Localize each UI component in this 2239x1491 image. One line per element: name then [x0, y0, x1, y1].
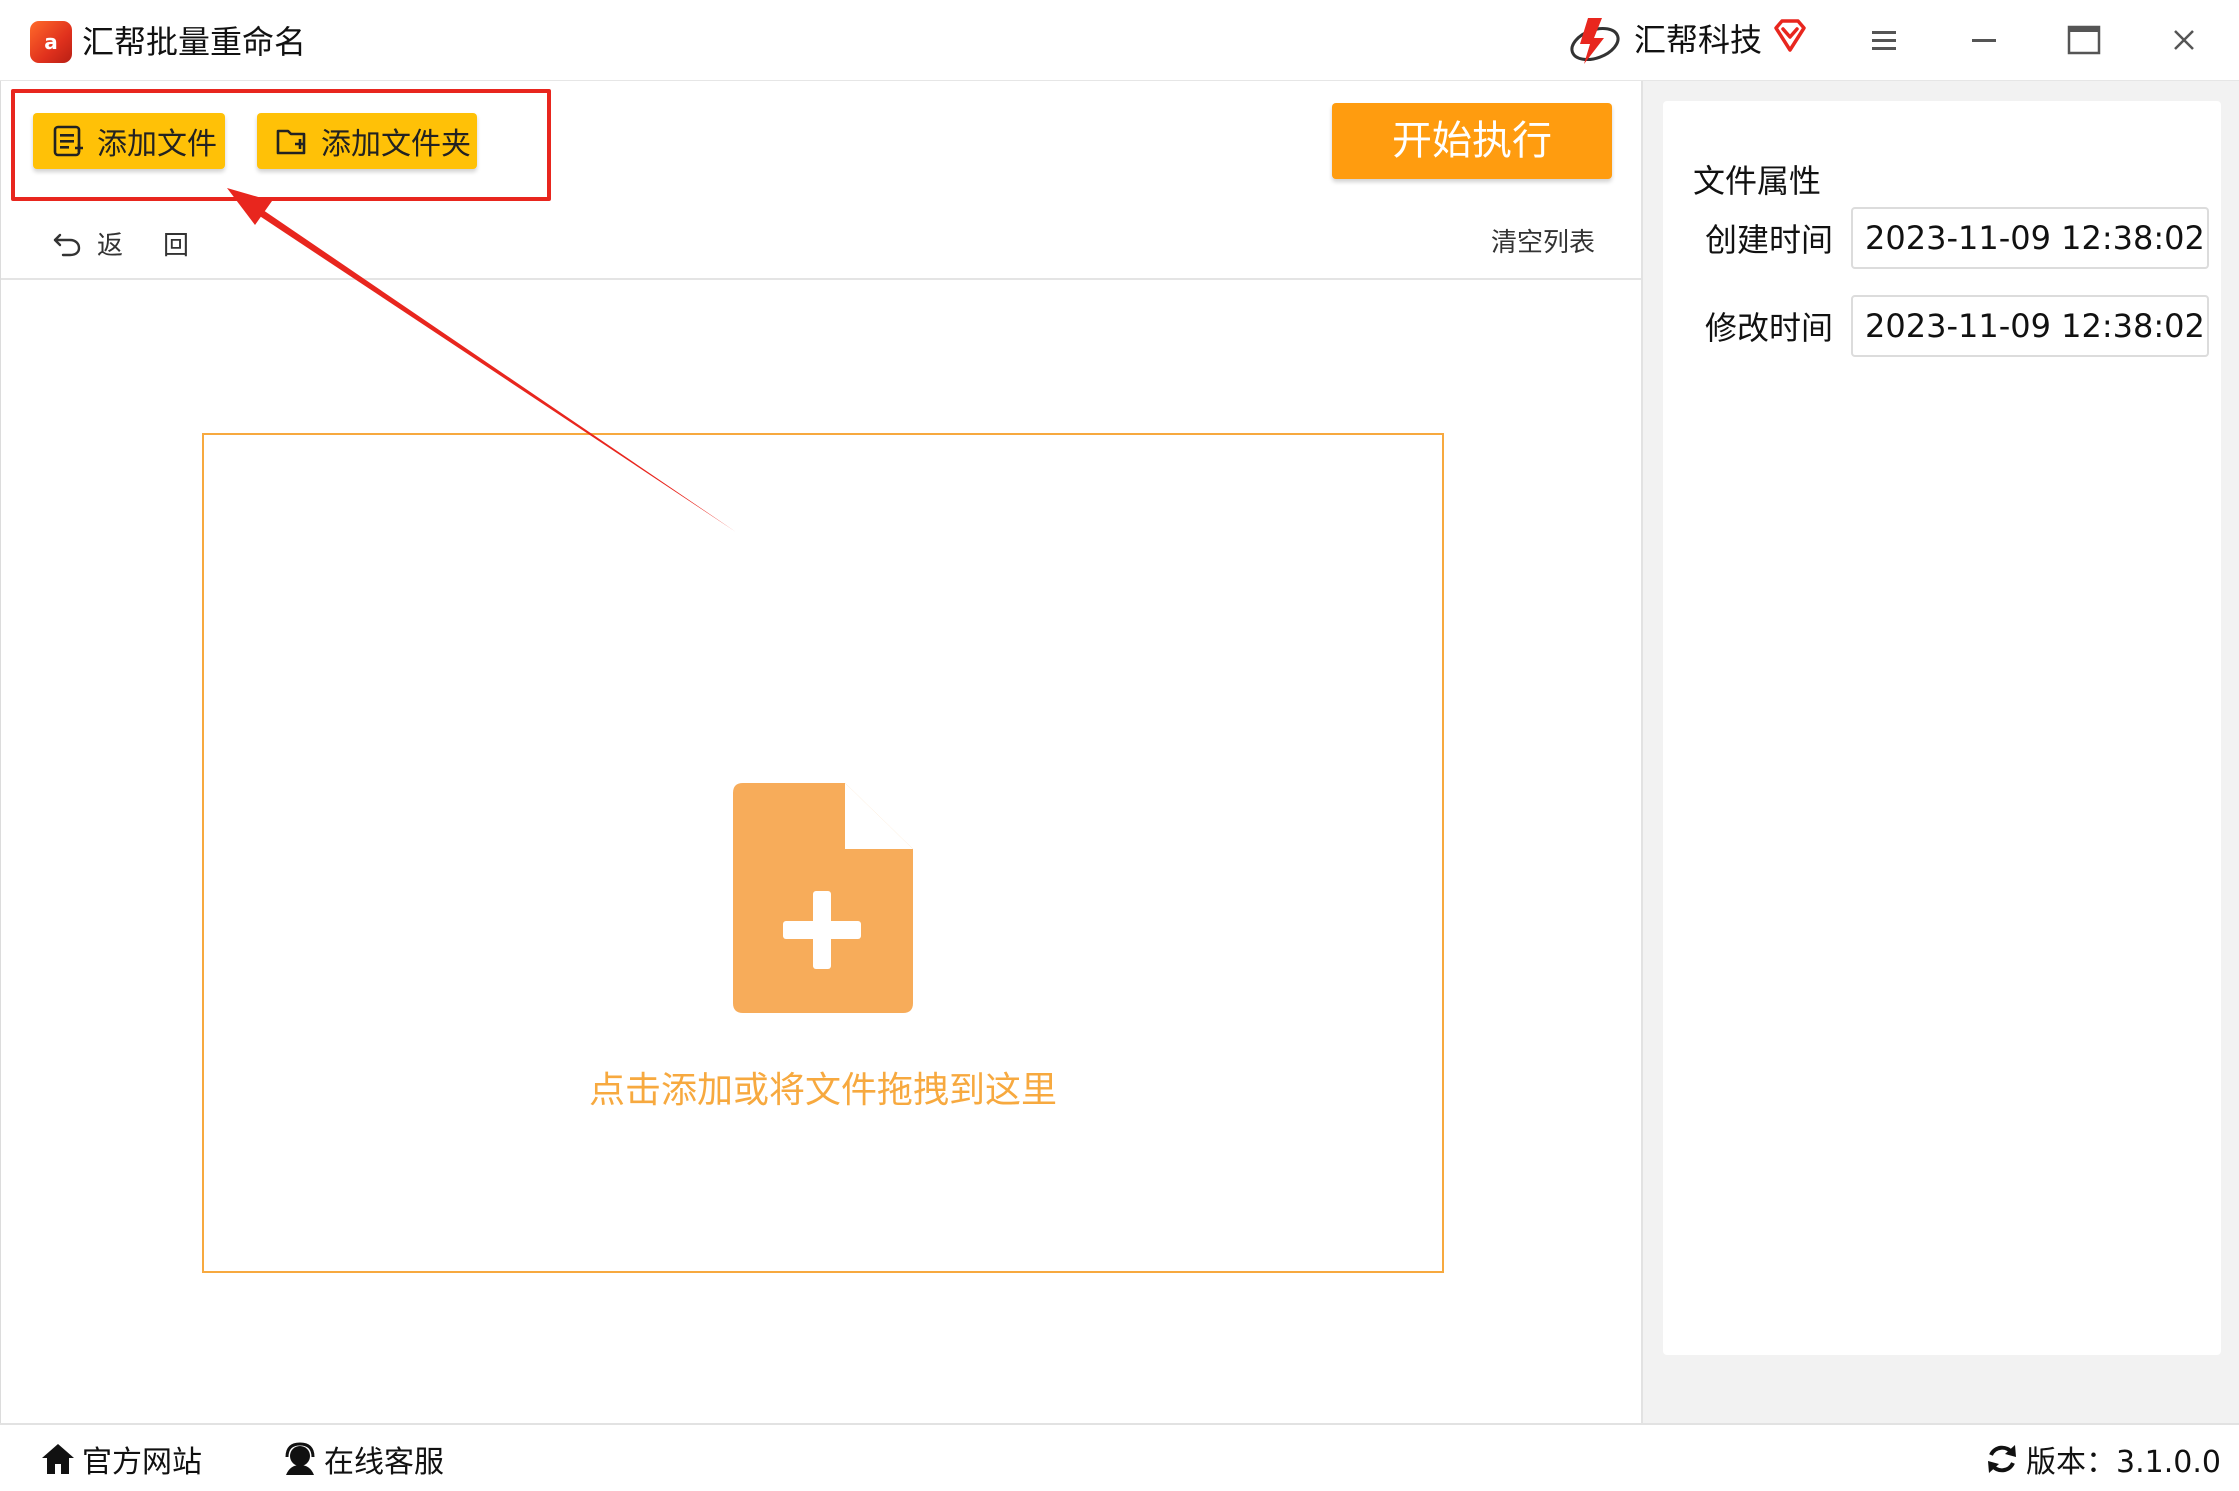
- start-execute-button[interactable]: 开始执行: [1332, 103, 1612, 179]
- undo-arrow-icon: [53, 233, 81, 257]
- created-time-field[interactable]: 2023-11-09 12:38:02: [1851, 207, 2209, 269]
- file-drop-zone[interactable]: 点击添加或将文件拖拽到这里: [202, 433, 1444, 1273]
- drop-hint-text: 点击添加或将文件拖拽到这里: [588, 1070, 1057, 1111]
- close-icon[interactable]: [2162, 18, 2206, 62]
- add-folder-button[interactable]: 添加文件夹: [257, 113, 477, 169]
- add-file-label: 添加文件: [97, 127, 217, 162]
- refresh-icon: [1988, 1445, 2016, 1473]
- back-button[interactable]: 返回: [51, 221, 229, 265]
- online-service-link[interactable]: 在线客服: [282, 1437, 444, 1481]
- modified-time-label: 修改时间: [1705, 309, 1834, 347]
- add-folder-icon: [276, 129, 306, 155]
- app-title: 汇帮批量重命名: [82, 23, 307, 61]
- maximize-icon[interactable]: [2062, 18, 2106, 62]
- brand-name: 汇帮科技: [1634, 21, 1763, 59]
- minimize-icon[interactable]: [1962, 18, 2006, 62]
- vip-diamond-icon[interactable]: [1770, 16, 1810, 56]
- title-bar: a 汇帮批量重命名 汇帮科技: [0, 0, 2239, 81]
- app-logo-icon: a: [30, 21, 72, 63]
- brand-logo-icon: [1570, 18, 1620, 64]
- back-label: 返回: [97, 230, 230, 261]
- modified-time-field[interactable]: 2023-11-09 12:38:02: [1851, 295, 2209, 357]
- online-service-label: 在线客服: [324, 1445, 444, 1480]
- version-info: 版本：3.1.0.0: [1984, 1437, 2221, 1481]
- properties-title: 文件属性: [1693, 162, 1822, 200]
- created-time-label: 创建时间: [1705, 221, 1834, 259]
- divider: [1, 278, 1641, 280]
- properties-pane: 文件属性 创建时间 2023-11-09 12:38:02 修改时间 2023-…: [1641, 81, 2239, 1423]
- status-bar: 官方网站 在线客服 版本：3.1.0.0: [0, 1423, 2239, 1491]
- file-properties-card: 文件属性 创建时间 2023-11-09 12:38:02 修改时间 2023-…: [1663, 101, 2221, 1355]
- official-website-label: 官方网站: [82, 1445, 202, 1480]
- clear-list-button[interactable]: 清空列表: [1491, 221, 1595, 265]
- official-website-link[interactable]: 官方网站: [40, 1437, 202, 1481]
- add-file-button[interactable]: 添加文件: [33, 113, 225, 169]
- file-list-pane: 添加文件 添加文件夹 开始执行 返回 清空列表 点击添加或将文件拖拽到这里: [0, 81, 1641, 1423]
- menu-icon[interactable]: [1862, 18, 1906, 62]
- add-folder-label: 添加文件夹: [321, 127, 471, 162]
- customer-service-icon: [285, 1442, 315, 1475]
- add-file-icon: [53, 125, 83, 157]
- add-document-icon: [733, 783, 913, 1013]
- home-icon: [42, 1444, 74, 1474]
- version-label: 版本：3.1.0.0: [2026, 1445, 2221, 1480]
